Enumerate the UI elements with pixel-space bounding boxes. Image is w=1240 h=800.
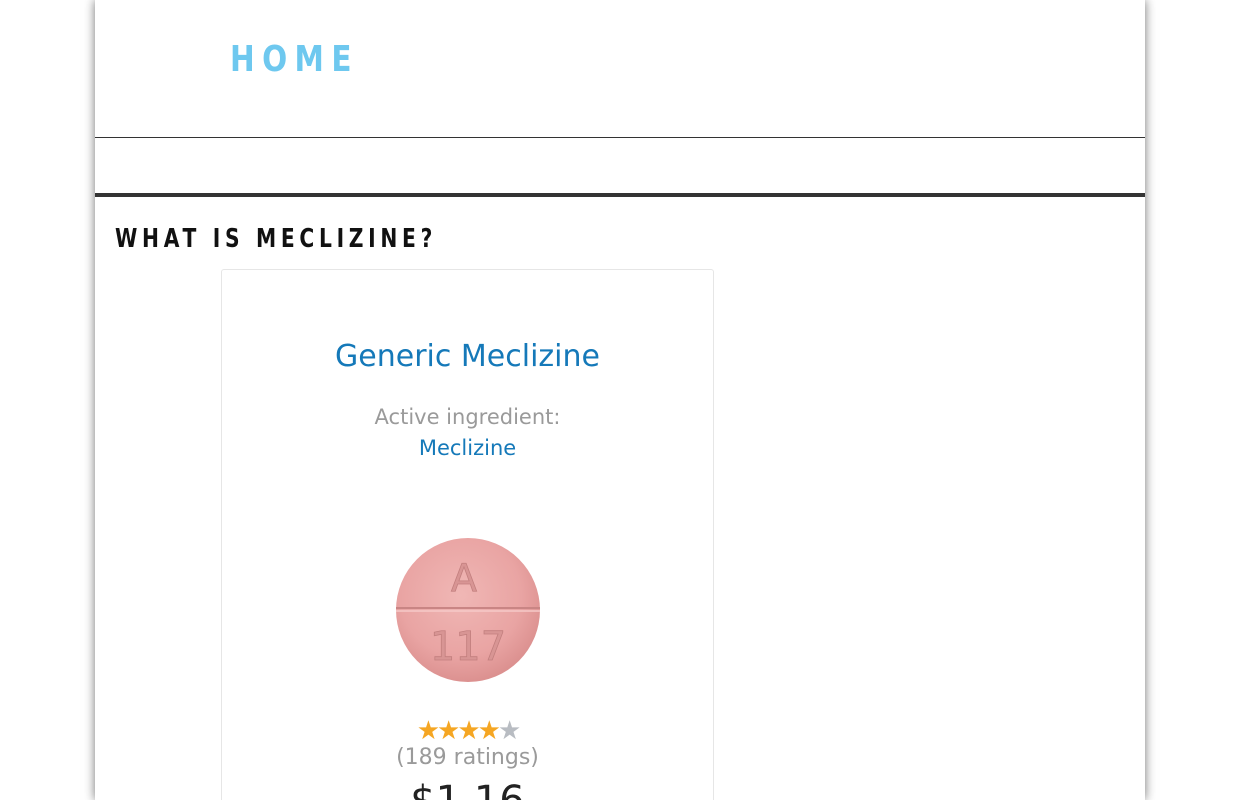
pill-imprint-top: A (451, 556, 477, 600)
site-header: HOME (95, 0, 1145, 138)
ratings-count[interactable]: (189 ratings) (222, 743, 713, 773)
active-ingredient-label: Active ingredient: (374, 405, 561, 429)
page-container: HOME WHAT IS MECLIZINE? Generic Meclizin… (95, 0, 1145, 800)
price: $1.16 (222, 775, 713, 800)
product-card: Generic Meclizine Active ingredient: Mec… (221, 269, 714, 800)
home-link[interactable]: HOME (230, 38, 359, 82)
pill-image[interactable]: A 117 (394, 536, 542, 684)
active-ingredient-link[interactable]: Meclizine (222, 433, 713, 463)
product-name-link[interactable]: Generic Meclizine (222, 335, 713, 379)
star-filled-icon: ★ (437, 716, 460, 746)
star-filled-icon: ★ (477, 716, 501, 746)
star-empty-icon: ★ (497, 716, 521, 746)
star-filled-icon: ★ (457, 716, 480, 746)
rating-stars: ★★★★★ (222, 716, 713, 746)
star-filled-icon: ★ (416, 716, 440, 746)
section-title: WHAT IS MECLIZINE? (115, 224, 438, 254)
pill-imprint-bottom: 117 (430, 624, 506, 670)
navigation-bar (95, 138, 1145, 197)
